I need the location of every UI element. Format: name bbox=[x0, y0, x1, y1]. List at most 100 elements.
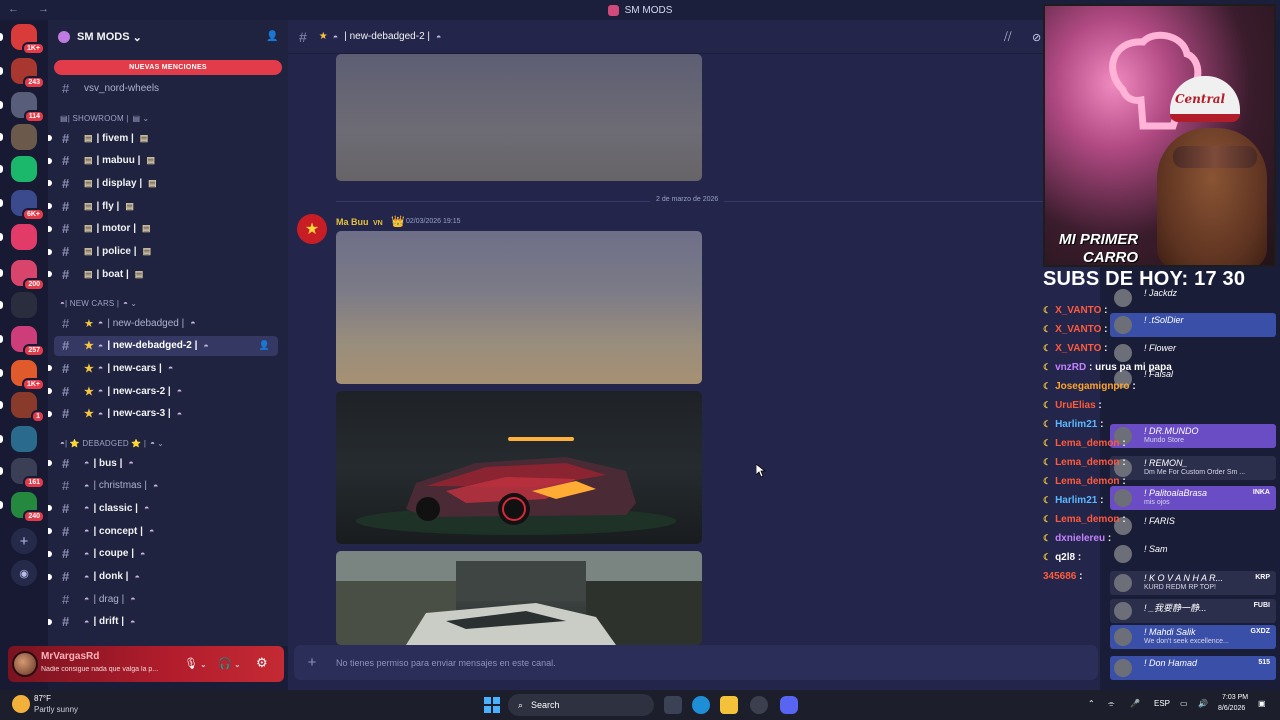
server-icon[interactable] bbox=[0, 426, 37, 452]
app-icon[interactable] bbox=[750, 696, 768, 714]
server-icon[interactable]: 1K+ bbox=[0, 360, 45, 391]
message-image[interactable] bbox=[336, 54, 702, 181]
file-explorer-icon[interactable] bbox=[720, 696, 738, 714]
channel-label: | police | bbox=[96, 246, 137, 257]
channel-item[interactable]: # ▤ | motor | ▤ bbox=[48, 219, 278, 239]
channel-item[interactable]: # ◓ | christmas | ◓ bbox=[54, 476, 278, 496]
category-new-cars[interactable]: ◓ | NEW CARS | ◓ ⌄ bbox=[60, 299, 280, 308]
message-author[interactable]: Ma Buu VN bbox=[336, 217, 383, 227]
nav-arrows[interactable]: ← → bbox=[8, 3, 57, 15]
language-indicator[interactable]: ESP bbox=[1154, 699, 1170, 708]
network-icon[interactable]: ⌯ bbox=[1108, 699, 1114, 709]
car-icon: ◓ bbox=[203, 340, 209, 351]
server-icon[interactable] bbox=[0, 124, 37, 150]
car-icon: ◓ bbox=[97, 363, 104, 374]
server-icon[interactable]: 161 bbox=[0, 458, 45, 489]
task-view-icon[interactable] bbox=[664, 696, 682, 714]
unread-badge: 257 bbox=[23, 344, 45, 357]
channel-item[interactable]: # ◓ | coupe | ◓ bbox=[48, 544, 278, 564]
channel-item[interactable]: # ▤ | display | ▤ bbox=[48, 173, 278, 193]
channel-item[interactable]: # ◓ | donk | ◓ bbox=[48, 567, 278, 587]
channel-item[interactable]: # ▤ | mabuu | ▤ bbox=[48, 151, 278, 171]
add-member-icon[interactable]: 👤 bbox=[266, 31, 278, 43]
server-icon[interactable]: 257 bbox=[0, 326, 45, 357]
message-image-car[interactable] bbox=[336, 391, 702, 544]
channel-item[interactable]: # ▤ | boat | ▤ bbox=[48, 264, 278, 284]
channel-item[interactable]: # ◓ | drift | ◓ bbox=[48, 612, 278, 632]
discover-icon[interactable]: ◉ bbox=[11, 560, 37, 586]
channel-item[interactable]: # ★ ◓ | new-debadged-2 | ◓ 👤 bbox=[54, 335, 278, 356]
taskbar-search[interactable]: ⌕ Search bbox=[508, 694, 654, 716]
channel-item[interactable]: # ★ ◓ | new-cars-2 | ◓ bbox=[48, 381, 278, 401]
server-icon[interactable]: 1K+ bbox=[0, 24, 45, 55]
avatar[interactable] bbox=[12, 651, 38, 677]
stream-alert: ! Mahdi Salik We don't seek excellence...… bbox=[1110, 625, 1276, 649]
channel-item[interactable]: # ★ ◓ | new-cars-3 | ◓ bbox=[48, 404, 278, 424]
message-composer[interactable]: + No tienes permiso para enviar mensajes… bbox=[294, 645, 1098, 680]
new-mentions-banner[interactable]: NUEVAS MENCIONES bbox=[54, 60, 282, 75]
server-icon[interactable]: 240 bbox=[0, 492, 45, 523]
clock-date[interactable]: 8/6/2026 bbox=[1218, 705, 1245, 712]
weather-temp[interactable]: 87°F bbox=[34, 694, 51, 703]
desktop: ← → SM MODS 1K+ 243 114 6K+ 200 257 1K+ 1 161 240… bbox=[0, 0, 1280, 720]
start-button[interactable] bbox=[484, 697, 500, 713]
channel-item[interactable]: # ◓ | classic | ◓ bbox=[48, 498, 278, 518]
channel-item[interactable]: # ★ ◓ | new-debadged | ◓ bbox=[54, 313, 278, 333]
notification-icon[interactable]: ▣ bbox=[1258, 699, 1266, 708]
server-icon[interactable]: 1 bbox=[0, 392, 45, 423]
chevron-up-icon[interactable]: ⌃ bbox=[1088, 699, 1095, 708]
weather-desc[interactable]: Partly sunny bbox=[34, 705, 78, 714]
category-showroom[interactable]: ▤ | SHOWROOM | ▤ ⌄ bbox=[60, 114, 280, 123]
author-avatar[interactable]: ★ bbox=[297, 214, 327, 244]
message-image[interactable] bbox=[336, 231, 702, 384]
invite-icon[interactable]: 👤 bbox=[259, 340, 270, 351]
message-image-garage[interactable] bbox=[336, 551, 702, 645]
add-server-icon[interactable]: + bbox=[11, 528, 37, 554]
headphones-icon[interactable]: 🎧 bbox=[218, 657, 232, 670]
user-status: Nadie consigue nada que valga la p... bbox=[41, 666, 159, 673]
server-icon[interactable]: 114 bbox=[0, 92, 45, 123]
unread-pip bbox=[0, 335, 3, 343]
weather-icon[interactable] bbox=[12, 695, 30, 713]
microphone-icon[interactable]: 🎙 bbox=[184, 657, 198, 670]
threads-icon[interactable]: ⧸⧸ bbox=[1004, 31, 1011, 44]
channel-item[interactable]: # ▤ | fivem | ▤ bbox=[48, 128, 278, 148]
volume-icon[interactable]: 🔊 bbox=[1198, 699, 1208, 708]
alert-name: ! FARIS bbox=[1144, 516, 1175, 526]
server-icon[interactable] bbox=[0, 156, 37, 182]
chat-colon: : bbox=[1101, 343, 1108, 354]
box-icon: ▤ bbox=[84, 132, 93, 143]
plus-icon[interactable]: + bbox=[294, 654, 330, 671]
discord-icon[interactable] bbox=[780, 696, 798, 714]
channel-item[interactable]: # ◓ | bus | ◓ bbox=[48, 453, 278, 473]
server-icon[interactable]: 200 bbox=[0, 260, 45, 291]
edge-icon[interactable] bbox=[692, 696, 710, 714]
alert-name: ! Jackdz bbox=[1144, 288, 1178, 298]
car-icon: ◓ bbox=[84, 458, 90, 468]
server-icon[interactable]: 243 bbox=[0, 58, 45, 89]
hash-icon: # bbox=[62, 153, 70, 169]
unread-badge: 243 bbox=[23, 76, 45, 89]
microphone-icon[interactable]: 🎤 bbox=[1130, 699, 1140, 708]
channel-vsv-nord-wheels[interactable]: # vsv_nord-wheels bbox=[54, 78, 278, 98]
server-icon[interactable] bbox=[0, 224, 37, 250]
server-header[interactable]: SM MODS ⌄ 👤 bbox=[48, 20, 288, 54]
channel-item[interactable]: # ▤ | police | ▤ bbox=[48, 242, 278, 262]
bell-off-icon[interactable]: ⊘ bbox=[1032, 31, 1041, 44]
gear-icon[interactable]: ⚙ bbox=[256, 655, 268, 671]
moon-icon: ☾ bbox=[1043, 362, 1052, 372]
channel-item[interactable]: # ◓ | drag | ◓ bbox=[54, 589, 278, 609]
server-icon[interactable] bbox=[0, 292, 37, 318]
channel-item[interactable]: # ▤ | fly | ▤ bbox=[48, 196, 278, 216]
network-status-icon[interactable]: ▭ bbox=[1180, 699, 1188, 708]
chevron-down-icon[interactable]: ⌄ bbox=[200, 660, 207, 669]
channel-item[interactable]: # ★ ◓ | new-cars | ◓ bbox=[48, 358, 278, 378]
author-tag: VN bbox=[373, 220, 383, 227]
hash-icon: # bbox=[62, 478, 70, 494]
username[interactable]: MrVargasRd bbox=[41, 651, 99, 662]
server-icon[interactable]: 6K+ bbox=[0, 190, 45, 221]
chevron-down-icon[interactable]: ⌄ bbox=[234, 660, 241, 669]
clock-time[interactable]: 7:03 PM bbox=[1222, 694, 1248, 701]
channel-item[interactable]: # ◓ | concept | ◓ bbox=[48, 521, 278, 541]
category-debadged[interactable]: ◓ | ⭐ DEBADGED ⭐ | ◓ ⌄ bbox=[60, 439, 280, 448]
